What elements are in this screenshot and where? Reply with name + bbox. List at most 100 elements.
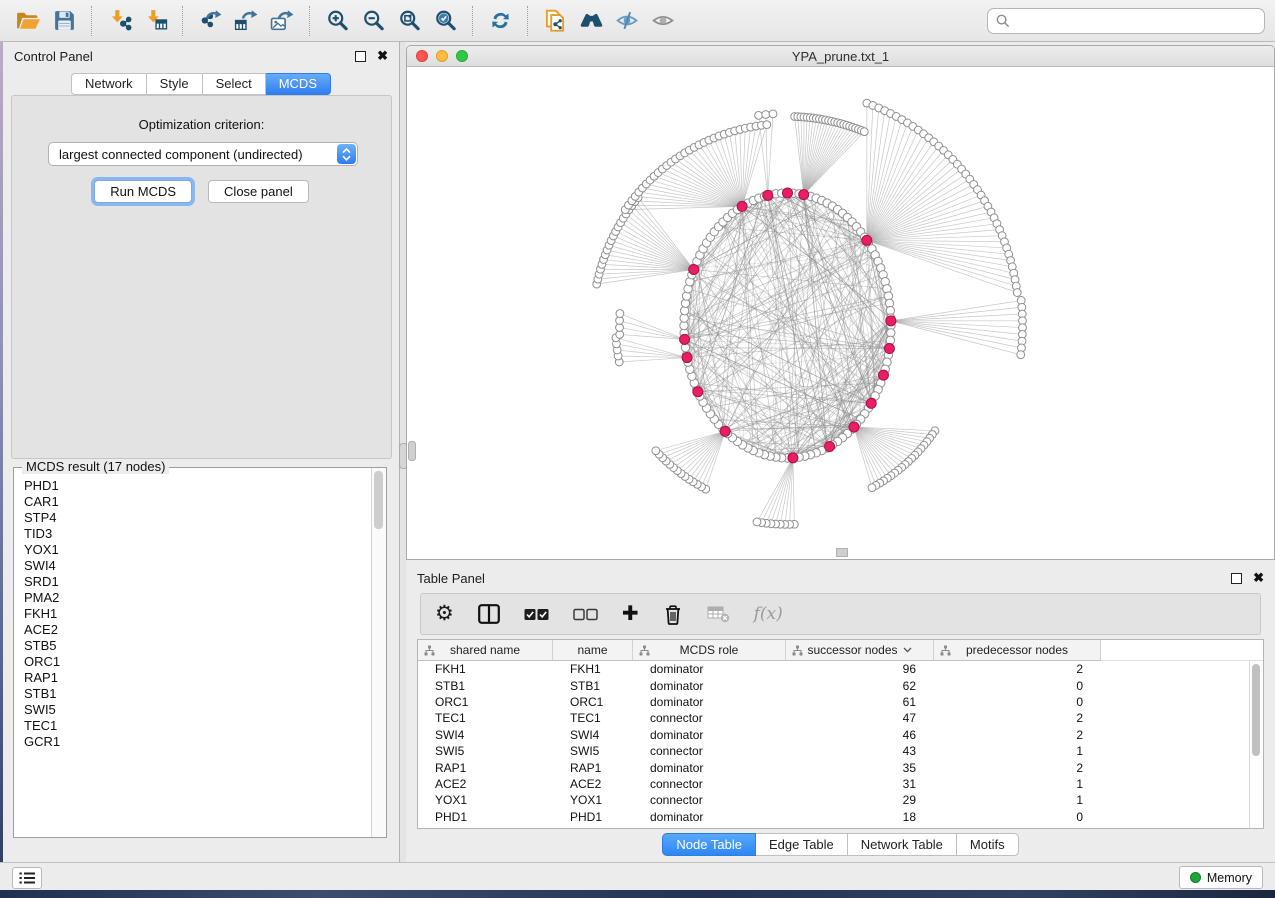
open-session-icon[interactable] — [12, 6, 44, 36]
tab-style[interactable]: Style — [147, 73, 203, 95]
mcds-node[interactable]: SWI4 — [24, 558, 372, 574]
mcds-node[interactable]: GCR1 — [24, 734, 372, 750]
tab-edge-table[interactable]: Edge Table — [756, 833, 848, 856]
save-session-icon[interactable] — [48, 6, 80, 36]
network-hscrollbar[interactable] — [836, 548, 848, 557]
add-row-icon[interactable]: ✚ — [622, 605, 639, 623]
close-panel-button[interactable]: Close panel — [208, 180, 309, 203]
mcds-result-list[interactable]: PHD1CAR1STP4TID3YOX1SWI4SRD1PMA2FKH1ACE2… — [14, 472, 372, 837]
close-window-icon[interactable] — [416, 50, 428, 62]
settings-icon[interactable]: ⚙ — [435, 604, 454, 624]
cell-shared-name: SWI5 — [418, 744, 553, 758]
mcds-node[interactable]: TEC1 — [24, 718, 372, 734]
table-row[interactable]: PHD1PHD1dominator180 — [418, 809, 1250, 825]
network-canvas[interactable] — [407, 66, 1274, 559]
clone-network-icon[interactable] — [539, 6, 571, 36]
table-row[interactable]: SWI4SWI4dominator462 — [418, 727, 1250, 743]
cell-shared-name: STB1 — [418, 679, 553, 693]
mcds-node[interactable]: RAP1 — [24, 670, 372, 686]
delete-table-icon — [707, 605, 730, 623]
memory-button[interactable]: Memory — [1179, 866, 1263, 889]
zoom-out-icon[interactable] — [357, 6, 389, 36]
column-header-predecessor-nodes[interactable]: predecessor nodes — [934, 640, 1101, 661]
table-row[interactable]: YOX1YOX1connector291 — [418, 792, 1250, 808]
apply-layout-icon[interactable] — [484, 6, 516, 36]
hide-selected-icon[interactable] — [611, 6, 643, 36]
zoom-in-icon[interactable] — [321, 6, 353, 36]
mcds-node[interactable]: SWI5 — [24, 702, 372, 718]
mcds-node[interactable]: PHD1 — [24, 478, 372, 494]
zoom-fit-icon[interactable] — [393, 6, 425, 36]
cell-name: SWI5 — [553, 744, 633, 758]
column-header-successor-nodes[interactable]: successor nodes — [786, 640, 934, 661]
close-panel-icon[interactable]: ✖ — [377, 51, 388, 61]
cell-successor-nodes: 35 — [786, 761, 934, 775]
cell-successor-nodes: 96 — [786, 662, 934, 676]
mcds-scrollbar[interactable] — [371, 468, 386, 837]
table-scrollbar[interactable] — [1249, 661, 1263, 828]
run-mcds-button[interactable]: Run MCDS — [94, 180, 192, 203]
deselect-all-icon[interactable] — [573, 608, 598, 621]
table-row[interactable]: RAP1RAP1dominator352 — [418, 759, 1250, 775]
tab-network-table[interactable]: Network Table — [848, 833, 957, 856]
mcds-node[interactable]: STB1 — [24, 686, 372, 702]
cell-shared-name: ORC1 — [418, 695, 553, 709]
import-table-icon[interactable] — [139, 6, 171, 36]
table-row[interactable]: SWI5SWI5connector431 — [418, 743, 1250, 759]
cell-successor-nodes: 62 — [786, 679, 934, 693]
delete-row-icon[interactable] — [663, 604, 683, 625]
export-image-icon[interactable] — [266, 6, 298, 36]
table-row[interactable]: TEC1TEC1connector472 — [418, 710, 1250, 726]
import-network-icon[interactable] — [103, 6, 135, 36]
tab-node-table[interactable]: Node Table — [662, 833, 756, 856]
search-network-icon[interactable] — [575, 6, 607, 36]
mcds-node[interactable]: ACE2 — [24, 622, 372, 638]
cell-predecessor-nodes: 1 — [934, 793, 1101, 807]
cytoscape-app: Control Panel ✖ NetworkStyleSelectMCDS O… — [0, 0, 1275, 898]
mcds-node[interactable]: ORC1 — [24, 654, 372, 670]
column-header-shared-name[interactable]: shared name — [418, 640, 553, 661]
close-table-panel-icon[interactable]: ✖ — [1253, 573, 1264, 583]
list-icon — [18, 871, 36, 885]
mcds-node[interactable]: TID3 — [24, 526, 372, 542]
float-panel-icon[interactable] — [355, 51, 366, 62]
mcds-node[interactable]: CAR1 — [24, 494, 372, 510]
export-table-icon[interactable] — [230, 6, 262, 36]
menu-button[interactable] — [12, 867, 42, 889]
select-all-icon[interactable] — [524, 608, 549, 621]
criterion-select[interactable]: largest connected component (undirected) — [48, 142, 358, 166]
mcds-node[interactable]: FKH1 — [24, 606, 372, 622]
column-header-name[interactable]: name — [553, 640, 633, 661]
maximize-window-icon[interactable] — [456, 50, 468, 62]
table-row[interactable]: ACE2ACE2connector311 — [418, 776, 1250, 792]
table-row[interactable]: FKH1FKH1dominator962 — [418, 661, 1250, 677]
export-network-icon[interactable] — [194, 6, 226, 36]
table-rows: FKH1FKH1dominator962STB1STB1dominator620… — [418, 661, 1250, 828]
table-panel-titlebar: Table Panel ✖ — [406, 565, 1275, 591]
table-row[interactable]: ORC1ORC1dominator610 — [418, 694, 1250, 710]
cell-successor-nodes: 31 — [786, 777, 934, 791]
search-input[interactable] — [987, 8, 1265, 34]
minimize-window-icon[interactable] — [436, 50, 448, 62]
search-field[interactable] — [1016, 12, 1256, 29]
toolbar-separator — [527, 6, 528, 36]
show-columns-icon[interactable] — [478, 604, 500, 624]
show-hidden-icon[interactable] — [647, 6, 679, 36]
mcds-node[interactable]: PMA2 — [24, 590, 372, 606]
mcds-node[interactable]: STB5 — [24, 638, 372, 654]
cell-MCDS-role: dominator — [633, 695, 786, 709]
network-vscrollbar[interactable] — [408, 441, 416, 461]
network-window-titlebar[interactable]: YPA_prune.txt_1 — [407, 46, 1274, 67]
tab-mcds[interactable]: MCDS — [266, 73, 331, 95]
tab-network[interactable]: Network — [71, 73, 147, 95]
mcds-node[interactable]: YOX1 — [24, 542, 372, 558]
mcds-node[interactable]: STP4 — [24, 510, 372, 526]
tab-motifs[interactable]: Motifs — [957, 833, 1019, 856]
table-row[interactable]: STB1STB1dominator620 — [418, 677, 1250, 693]
float-table-panel-icon[interactable] — [1231, 573, 1242, 584]
column-header-MCDS-role[interactable]: MCDS role — [633, 640, 786, 661]
mcds-node[interactable]: SRD1 — [24, 574, 372, 590]
tab-select[interactable]: Select — [203, 73, 266, 95]
cell-MCDS-role: dominator — [633, 662, 786, 676]
zoom-selected-icon[interactable] — [429, 6, 461, 36]
